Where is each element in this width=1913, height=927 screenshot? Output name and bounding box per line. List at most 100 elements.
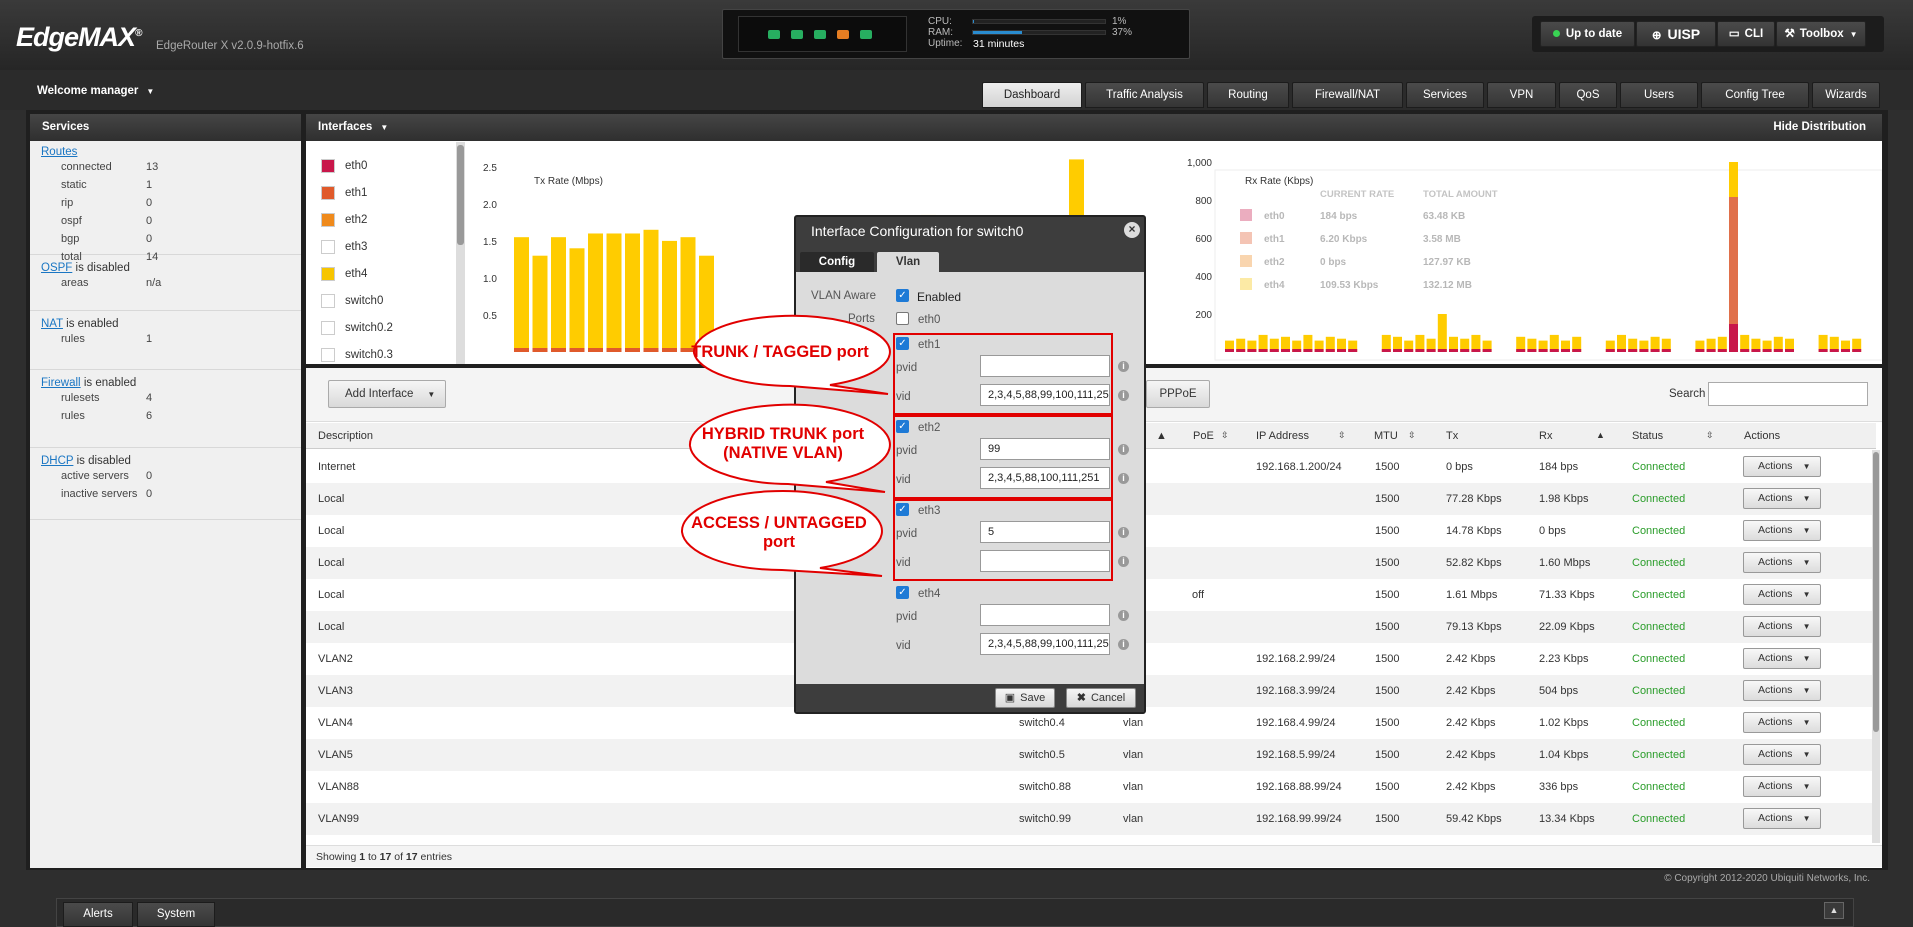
col-mtu[interactable]: MTU xyxy=(1374,430,1398,442)
col-ip[interactable]: IP Address xyxy=(1256,430,1309,442)
actions-button[interactable]: Actions ▼ xyxy=(1743,616,1821,637)
eth4-checkbox[interactable]: ✓ xyxy=(896,586,909,599)
system-tab[interactable]: System xyxy=(137,902,215,927)
tab-services[interactable]: Services xyxy=(1406,82,1484,108)
hide-distribution-link[interactable]: Hide Distribution xyxy=(1773,114,1866,141)
welcome-menu[interactable]: Welcome manager ▼ xyxy=(37,85,154,97)
actions-button[interactable]: Actions ▼ xyxy=(1743,776,1821,797)
legend-swatch xyxy=(321,321,335,335)
dhcp-link[interactable]: DHCP xyxy=(41,455,73,467)
info-icon[interactable]: i xyxy=(1118,527,1129,538)
table-scrollbar[interactable] xyxy=(1872,450,1880,843)
search-input[interactable] xyxy=(1708,382,1868,406)
tab-vpn[interactable]: VPN xyxy=(1487,82,1556,108)
col-status[interactable]: Status xyxy=(1632,430,1663,442)
cli-button[interactable]: ▭ CLI xyxy=(1717,21,1775,47)
actions-button[interactable]: Actions ▼ xyxy=(1743,488,1821,509)
actions-button[interactable]: Actions ▼ xyxy=(1743,552,1821,573)
tab-users[interactable]: Users xyxy=(1620,82,1698,108)
actions-button[interactable]: Actions ▼ xyxy=(1743,456,1821,477)
col-tx[interactable]: Tx xyxy=(1446,430,1458,442)
info-icon[interactable]: i xyxy=(1118,361,1129,372)
legend-item-switch0-2[interactable]: switch0.2 xyxy=(321,321,393,341)
info-icon[interactable]: i xyxy=(1118,610,1129,621)
rx-bar-eth0 xyxy=(1449,349,1458,352)
col-rx[interactable]: Rx xyxy=(1539,430,1552,442)
rx-bar-eth0 xyxy=(1661,349,1671,352)
uisp-button[interactable]: ⊕ UISP xyxy=(1636,21,1716,47)
ospf-link[interactable]: OSPF xyxy=(41,262,72,274)
rx-bar-eth0 xyxy=(1337,349,1346,352)
sort-icon[interactable]: ⇳ xyxy=(1706,430,1714,441)
firewall-link[interactable]: Firewall xyxy=(41,377,81,389)
tab-wizards[interactable]: Wizards xyxy=(1812,82,1880,108)
col-poe[interactable]: PoE xyxy=(1193,430,1214,442)
table-scrollbar-thumb[interactable] xyxy=(1873,452,1879,732)
tab-vlan[interactable]: Vlan xyxy=(877,252,939,272)
cell-mtu: 1500 xyxy=(1375,589,1400,601)
cancel-button[interactable]: ✖ Cancel xyxy=(1066,688,1136,708)
table-row[interactable]: VLAN99 switch0.99 vlan 192.168.99.99/24 1500… xyxy=(306,803,1876,835)
table-row[interactable]: VLAN88 switch0.88 vlan 192.168.88.99/24 1500… xyxy=(306,771,1876,803)
tab-firewall-nat[interactable]: Firewall/NAT xyxy=(1292,82,1403,108)
interfaces-title[interactable]: Interfaces xyxy=(318,121,372,133)
cell-type: vlan xyxy=(1123,717,1144,729)
tab-config[interactable]: Config xyxy=(800,252,874,272)
cell-rx: 22.09 Kbps xyxy=(1539,621,1595,633)
actions-button[interactable]: Actions ▼ xyxy=(1743,712,1821,733)
sort-icon[interactable]: ⇳ xyxy=(1221,430,1229,441)
legend-item-switch0-3[interactable]: switch0.3 xyxy=(321,348,393,368)
close-icon[interactable]: × xyxy=(1124,222,1140,238)
info-icon[interactable]: i xyxy=(1118,639,1129,650)
nat-link[interactable]: NAT xyxy=(41,318,63,330)
legend-item-eth3[interactable]: eth3 xyxy=(321,240,367,260)
routes-link[interactable]: Routes xyxy=(41,146,77,158)
tx-bar xyxy=(514,237,529,352)
up-to-date-button[interactable]: Up to date xyxy=(1540,21,1635,47)
port-eth3-icon xyxy=(837,30,849,39)
vlan-aware-checkbox[interactable]: ✓ xyxy=(896,289,909,302)
eth4-pvid-input[interactable] xyxy=(980,604,1110,626)
actions-button[interactable]: Actions ▼ xyxy=(1743,744,1821,765)
cell-status: Connected xyxy=(1632,813,1686,825)
sort-icon[interactable]: ⇳ xyxy=(1338,430,1346,441)
legend-item-eth1[interactable]: eth1 xyxy=(321,186,367,206)
legend-item-eth4[interactable]: eth4 xyxy=(321,267,367,287)
info-icon[interactable]: i xyxy=(1118,556,1129,567)
save-button[interactable]: ▣ Save xyxy=(995,688,1055,708)
cell-mtu: 1500 xyxy=(1375,749,1400,761)
actions-button[interactable]: Actions ▼ xyxy=(1743,520,1821,541)
sort-icon[interactable]: ▲ xyxy=(1156,430,1167,442)
tab-dashboard[interactable]: Dashboard xyxy=(982,82,1082,108)
sort-icon[interactable]: ⇳ xyxy=(1408,430,1416,441)
eth4-vid-input[interactable]: 2,3,4,5,88,99,100,111,251 xyxy=(980,633,1110,655)
actions-button[interactable]: Actions ▼ xyxy=(1743,808,1821,829)
interfaces-header: Interfaces ▼ Hide Distribution xyxy=(306,114,1882,141)
legend-scrollbar-thumb[interactable] xyxy=(457,145,464,245)
toolbox-button[interactable]: ⚒ Toolbox ▼ xyxy=(1776,21,1866,47)
legend-item-switch0[interactable]: switch0 xyxy=(321,294,383,314)
tx-tick-label: 1.5 xyxy=(483,237,497,248)
tab-traffic-analysis[interactable]: Traffic Analysis xyxy=(1085,82,1204,108)
cell-rx: 504 bps xyxy=(1539,685,1579,697)
tab-config-tree[interactable]: Config Tree xyxy=(1701,82,1809,108)
col-description[interactable]: Description xyxy=(318,430,373,442)
info-icon[interactable]: i xyxy=(1118,390,1129,401)
actions-button[interactable]: Actions ▼ xyxy=(1743,680,1821,701)
sort-icon[interactable]: ▲ xyxy=(1596,430,1605,440)
tab-qos[interactable]: QoS xyxy=(1559,82,1617,108)
chevron-up-icon[interactable]: ▲ xyxy=(1824,902,1844,919)
pppoe-button[interactable]: PPPoE xyxy=(1146,380,1210,408)
actions-button[interactable]: Actions ▼ xyxy=(1743,584,1821,605)
table-row[interactable]: VLAN5 switch0.5 vlan 192.168.5.99/24 1500 2.4… xyxy=(306,739,1876,771)
legend-item-eth0[interactable]: eth0 xyxy=(321,159,367,179)
legend-swatch xyxy=(321,294,335,308)
alerts-tab[interactable]: Alerts xyxy=(63,902,133,927)
actions-button[interactable]: Actions ▼ xyxy=(1743,648,1821,669)
info-icon[interactable]: i xyxy=(1118,444,1129,455)
cell-status: Connected xyxy=(1632,589,1686,601)
tab-routing[interactable]: Routing xyxy=(1207,82,1289,108)
add-interface-button[interactable]: Add Interface ▼ xyxy=(328,380,446,408)
legend-item-eth2[interactable]: eth2 xyxy=(321,213,367,233)
info-icon[interactable]: i xyxy=(1118,473,1129,484)
